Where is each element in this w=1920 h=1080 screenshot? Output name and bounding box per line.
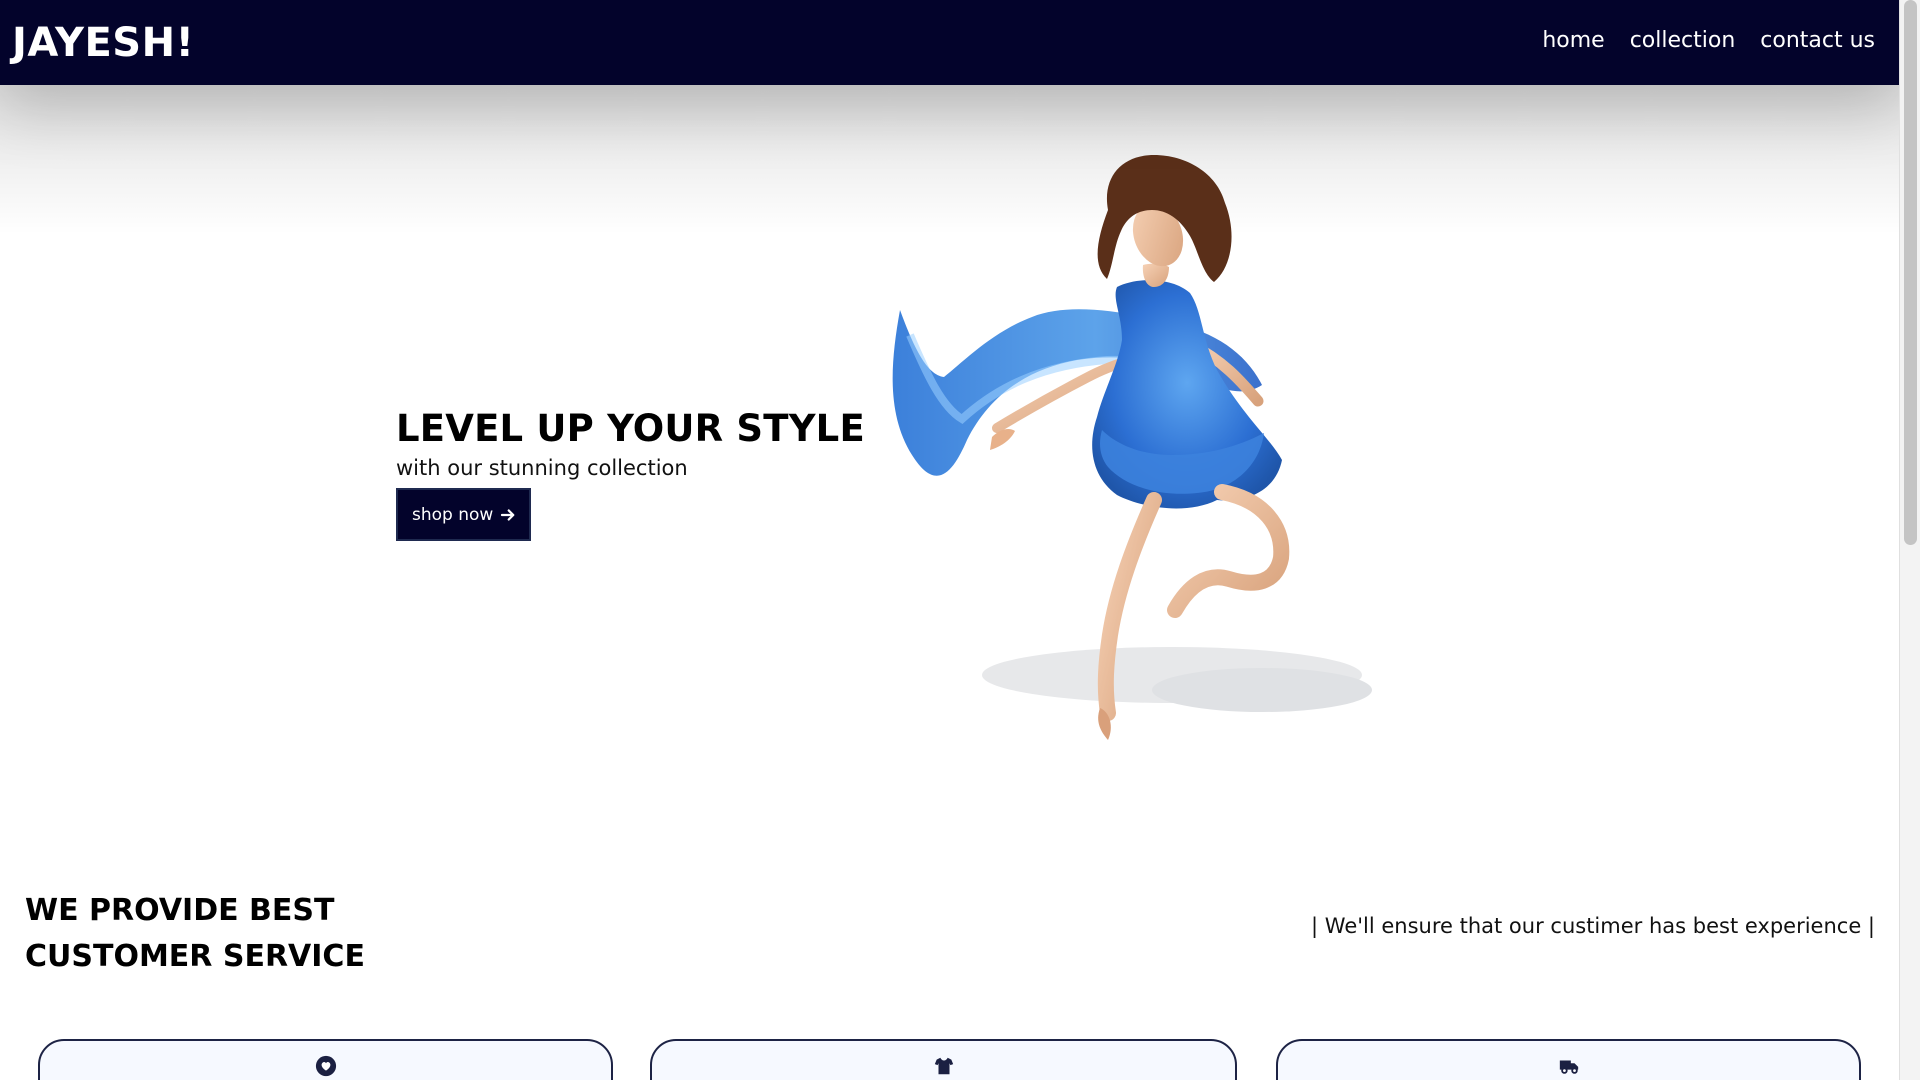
service-tagline: | We'll ensure that our custimer has bes… (1311, 914, 1875, 938)
tshirt-icon (934, 1057, 953, 1075)
floor-shadow-far (1152, 668, 1372, 712)
main-nav: home collection contact us (1542, 28, 1875, 53)
hero-section: LEVEL UP YOUR STYLE with our stunning co… (0, 85, 1899, 845)
shop-now-button[interactable]: shop now (396, 488, 532, 541)
nav-contact-link[interactable]: contact us (1760, 28, 1875, 53)
service-title-line-2: CUSTOMER SERVICE (25, 939, 365, 974)
dancer-hand (990, 429, 1015, 450)
service-card-3[interactable] (1276, 1039, 1861, 1080)
shop-now-label: shop now (412, 504, 494, 525)
truck-icon (1559, 1060, 1578, 1074)
page: JAYESH! home collection contact us LEVEL… (0, 0, 1920, 1080)
service-cards (0, 1039, 1899, 1080)
hero-text-block: LEVEL UP YOUR STYLE with our stunning co… (396, 407, 896, 541)
heart-icon (315, 1055, 336, 1077)
arrow-right-icon (501, 508, 515, 521)
brand-logo[interactable]: JAYESH! (12, 20, 194, 66)
dancer-leg-front (1167, 484, 1290, 618)
service-title-line-1: WE PROVIDE BEST (25, 893, 335, 928)
scrollbar-thumb[interactable] (1904, 0, 1917, 545)
service-title: WE PROVIDE BEST CUSTOMER SERVICE (25, 888, 445, 980)
service-card-1[interactable] (38, 1039, 613, 1080)
hero-title: LEVEL UP YOUR STYLE (396, 407, 865, 450)
top-navbar: JAYESH! home collection contact us (0, 0, 1899, 85)
nav-home-link[interactable]: home (1542, 28, 1604, 53)
vertical-scrollbar[interactable] (1899, 0, 1920, 1080)
dancer-in-blue-dress-image (892, 155, 1372, 740)
nav-collection-link[interactable]: collection (1630, 28, 1736, 53)
hero-subtitle: with our stunning collection (396, 456, 688, 480)
service-card-2[interactable] (650, 1039, 1237, 1080)
customer-service-section: WE PROVIDE BEST CUSTOMER SERVICE | We'll… (0, 874, 1899, 1080)
